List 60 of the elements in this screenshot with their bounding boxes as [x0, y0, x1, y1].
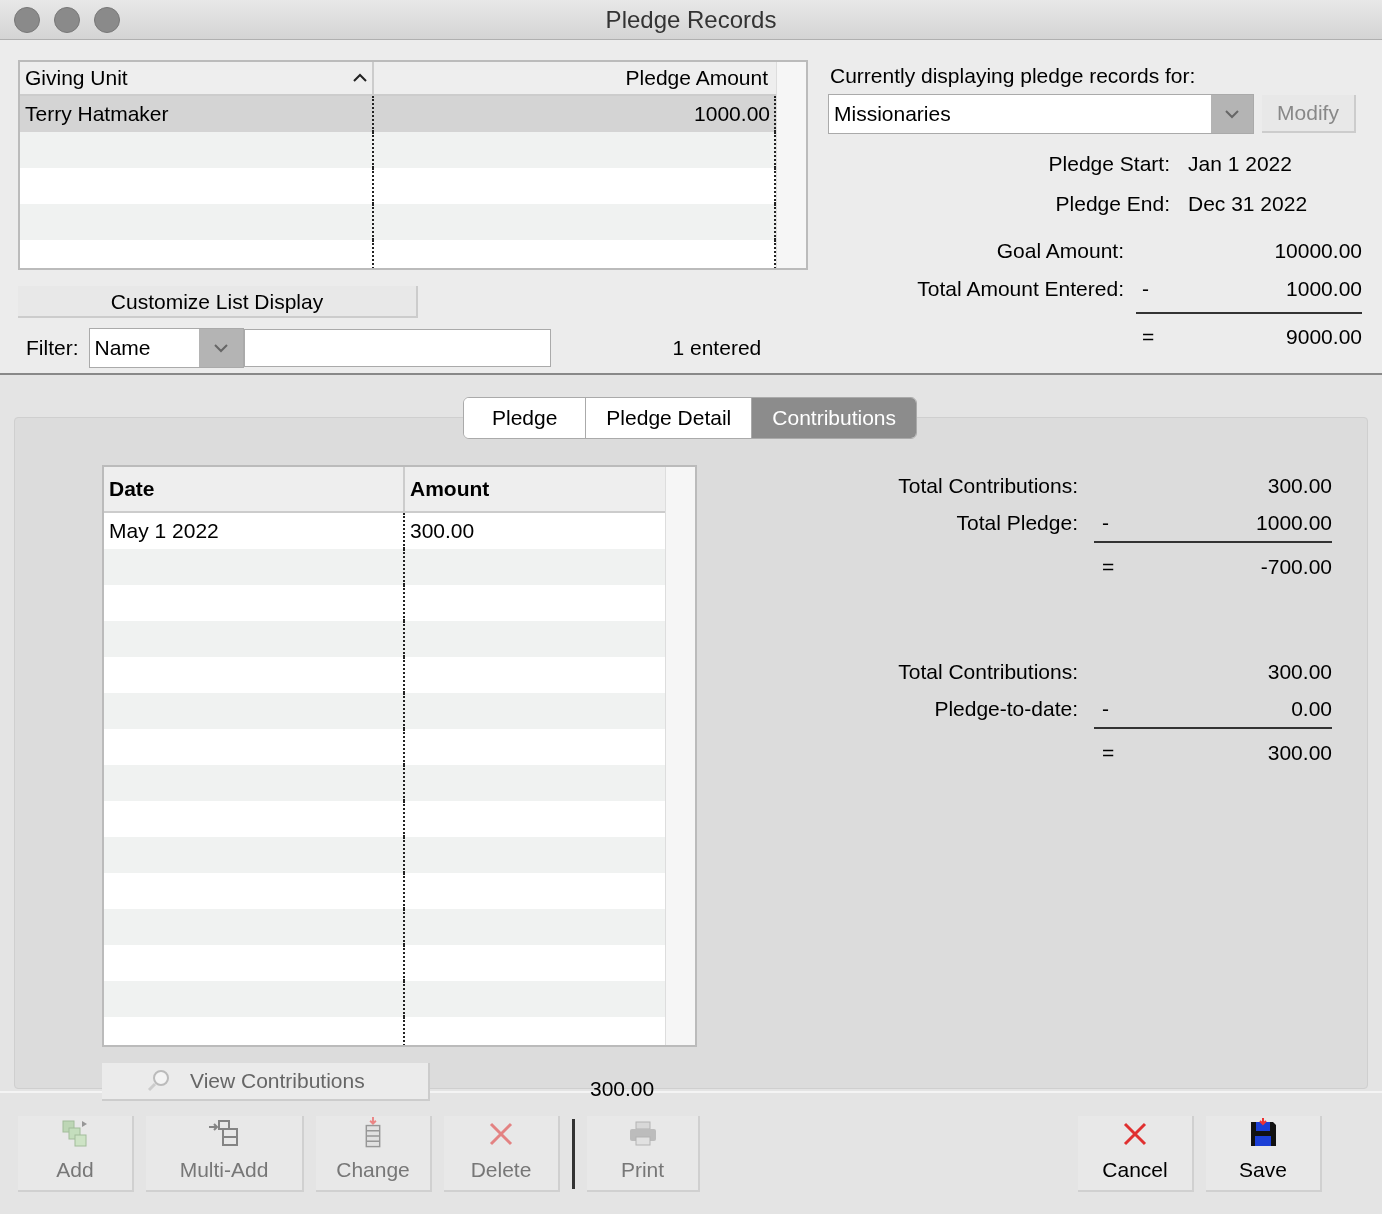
table-cell-text: 300.00 — [410, 518, 475, 545]
summary-result: -700.00 — [1259, 554, 1332, 581]
summary-label: Total Amount Entered: — [916, 276, 1124, 303]
operator: = — [1102, 554, 1116, 581]
window-control[interactable] — [94, 6, 120, 33]
x-icon — [1121, 1120, 1149, 1148]
customize-list-button[interactable]: Customize List Display — [18, 286, 418, 318]
cancel-button[interactable]: Cancel — [1078, 1115, 1194, 1192]
summary-label: Total Contributions: — [897, 658, 1078, 685]
magnifier-icon — [146, 1068, 170, 1093]
table-cell-text: Terry Hatmaker — [25, 100, 169, 127]
summary-label: Goal Amount: — [995, 238, 1124, 265]
group-dropdown[interactable]: Missionaries — [828, 94, 1254, 134]
operator: - — [1102, 695, 1110, 722]
date-value: Dec 31 2022 — [1188, 191, 1308, 218]
column-header[interactable]: Amount — [405, 467, 665, 511]
table-cell-text: 1000.00 — [694, 100, 770, 127]
display-for-label: Currently displaying pledge records for: — [830, 63, 1197, 89]
table-row[interactable]: Terry Hatmaker 1000.00 — [20, 95, 776, 132]
operator: = — [1142, 324, 1156, 351]
window-control[interactable] — [14, 6, 40, 33]
summary-value: 1000.00 — [1255, 509, 1332, 536]
sort-caret-icon — [353, 73, 367, 83]
column-header[interactable]: Giving Unit — [20, 62, 374, 94]
summary-label: Total Pledge: — [955, 509, 1078, 536]
column-header[interactable]: Pledge Amount — [374, 62, 776, 94]
arrow-list-icon — [207, 1118, 241, 1148]
save-button[interactable]: Save — [1206, 1115, 1322, 1192]
chevron-down-icon — [212, 343, 229, 353]
scrollbar[interactable] — [776, 62, 806, 268]
table-cell-text: May 1 2022 — [109, 518, 219, 545]
chevron-down-icon — [1224, 109, 1240, 119]
operator: - — [1102, 509, 1110, 536]
x-icon — [487, 1120, 515, 1148]
filter-dropdown[interactable]: Name — [88, 328, 244, 368]
contributions-total: 300.00 — [590, 1076, 655, 1102]
summary-result: 9000.00 — [1285, 324, 1362, 351]
summary-label: Pledge-to-date: — [933, 695, 1078, 722]
summary-value: 10000.00 — [1273, 238, 1362, 265]
floppy-disk-icon — [1249, 1118, 1277, 1148]
filter-label: Filter: — [26, 335, 79, 362]
filter-input[interactable] — [243, 329, 551, 367]
summary-value: 300.00 — [1266, 658, 1332, 685]
operator: = — [1102, 740, 1116, 767]
window-control[interactable] — [54, 6, 80, 33]
stacked-squares-icon — [60, 1118, 90, 1148]
entered-count: 1 entered — [672, 335, 762, 362]
scrollbar[interactable] — [665, 467, 695, 1045]
summary-value: 0.00 — [1290, 695, 1332, 722]
date-label: Pledge End: — [1054, 191, 1170, 218]
date-value: Jan 1 2022 — [1188, 151, 1292, 178]
summary-label: Total Contributions: — [897, 472, 1078, 499]
column-header[interactable]: Date — [104, 467, 405, 511]
window-title: Pledge Records — [605, 4, 777, 35]
printer-icon — [627, 1120, 658, 1148]
summary-value: 300.00 — [1266, 472, 1332, 499]
operator: - — [1142, 276, 1150, 303]
summary-result: 300.00 — [1266, 740, 1332, 767]
date-label: Pledge Start: — [1047, 151, 1170, 178]
summary-value: 1000.00 — [1285, 276, 1362, 303]
